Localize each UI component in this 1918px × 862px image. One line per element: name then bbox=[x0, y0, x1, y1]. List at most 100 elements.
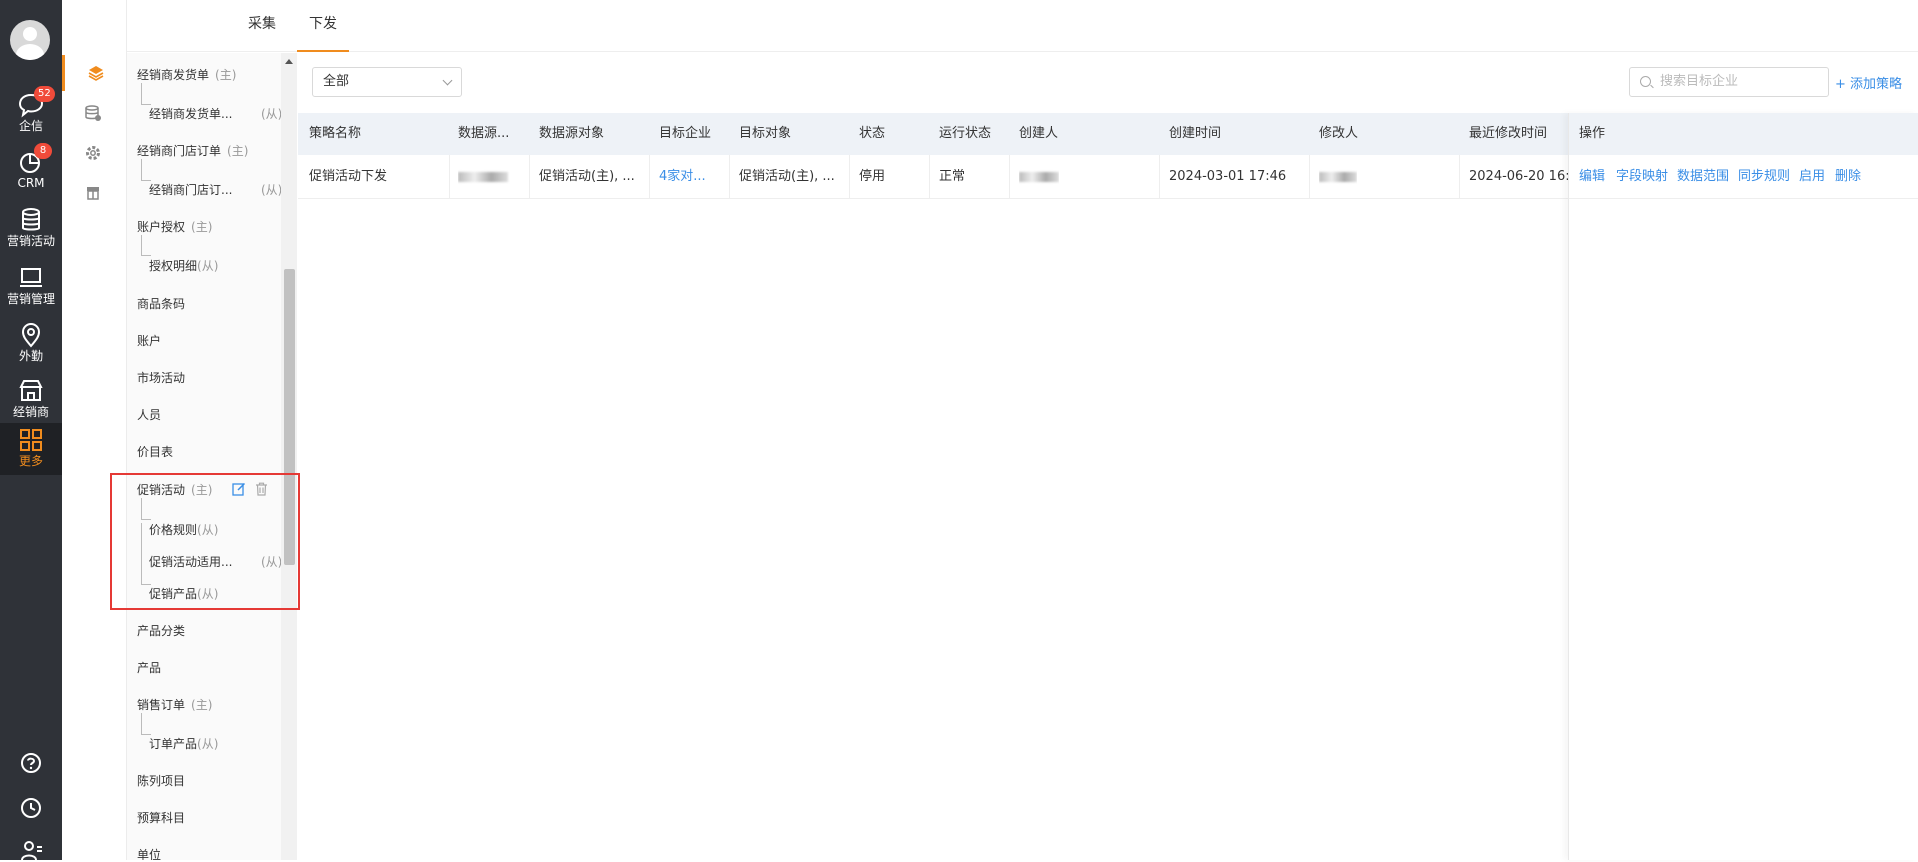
archive-icon bbox=[87, 187, 99, 200]
nav-field-work[interactable]: 外勤 bbox=[0, 318, 62, 370]
layers-icon bbox=[88, 66, 104, 81]
database-sync-icon bbox=[85, 105, 101, 121]
tree-node[interactable]: 销售订单 (主) bbox=[137, 696, 212, 713]
nav-more-label: 更多 bbox=[18, 454, 43, 468]
tree-scrollbar[interactable] bbox=[281, 53, 297, 860]
cell-target-object: 促销活动(主), ... bbox=[739, 169, 835, 184]
add-strategy-button[interactable]: + 添加策略 bbox=[1835, 73, 1902, 92]
crm-badge: 8 bbox=[34, 143, 52, 159]
nav-crm[interactable]: 8 CRM bbox=[0, 143, 62, 197]
tab-distribute[interactable]: 下发 bbox=[297, 0, 349, 52]
sync-rules-action[interactable]: 同步规则 bbox=[1738, 155, 1790, 199]
redacted-text bbox=[1019, 171, 1059, 182]
tree-node[interactable]: 账户 bbox=[137, 332, 161, 349]
cell-modified-at: 2024-06-20 16:34 bbox=[1469, 169, 1569, 184]
edit-icon[interactable] bbox=[232, 482, 246, 496]
col-strategy-name: 策略名称 bbox=[309, 126, 362, 141]
filter-select-value: 全部 bbox=[323, 74, 350, 89]
layers-tab[interactable] bbox=[62, 55, 127, 91]
highlight-box bbox=[110, 473, 300, 610]
location-icon bbox=[17, 322, 45, 348]
object-tree: 经销商发货单 (主) 经销商发货单... (从) 经销商门店订单 (主) 经销商门店订… bbox=[127, 53, 281, 860]
nav-marketing-activity-label: 营销活动 bbox=[6, 234, 55, 248]
cell-modifier bbox=[1319, 155, 1357, 199]
nav-more[interactable]: 更多 bbox=[0, 423, 62, 475]
nav-field-work-label: 外勤 bbox=[18, 349, 43, 363]
archive-tab[interactable] bbox=[62, 175, 127, 211]
tree-node[interactable]: 商品条码 bbox=[137, 295, 185, 312]
nav-marketing-activity[interactable]: 营销活动 bbox=[0, 203, 62, 255]
crm-icon: 8 bbox=[17, 143, 52, 175]
gear-icon bbox=[86, 146, 100, 160]
tree-node[interactable]: 产品分类 bbox=[137, 622, 185, 639]
tree-child-node[interactable]: 经销商发货单... (从) bbox=[149, 105, 281, 122]
laptop-icon bbox=[17, 265, 45, 291]
tree-child-node[interactable]: 经销商门店订... (从) bbox=[149, 181, 281, 198]
nav-qixin-label: 企信 bbox=[18, 119, 43, 133]
data-range-action[interactable]: 数据范围 bbox=[1677, 155, 1729, 199]
tree-node[interactable]: 市场活动 bbox=[137, 369, 185, 386]
nav-dealer-label: 经销商 bbox=[12, 405, 49, 419]
enable-action[interactable]: 启用 bbox=[1799, 155, 1825, 199]
chat-icon: 52 bbox=[17, 86, 55, 118]
nav-qixin[interactable]: 52 企信 bbox=[0, 86, 62, 140]
cell-source-object: 促销活动(主), ... bbox=[539, 169, 635, 184]
tab-collect[interactable]: 采集 bbox=[248, 0, 276, 52]
nav-marketing-management[interactable]: 营销管理 bbox=[0, 261, 62, 313]
user-avatar[interactable] bbox=[10, 20, 50, 60]
filter-select[interactable]: 全部 bbox=[312, 67, 462, 97]
edit-action[interactable]: 编辑 bbox=[1579, 155, 1605, 199]
history-icon[interactable] bbox=[19, 796, 43, 820]
field-mapping-action[interactable]: 字段映射 bbox=[1616, 155, 1668, 199]
tree-node[interactable]: 预算科目 bbox=[137, 809, 185, 826]
database-icon bbox=[17, 207, 45, 233]
search-icon bbox=[1640, 76, 1651, 87]
redacted-text bbox=[1319, 171, 1357, 182]
main-content: 全部 搜索目标企业 + 添加策略 策略名称 数据源... 数据源对象 目标企业 … bbox=[298, 53, 1918, 860]
delete-action[interactable]: 删除 bbox=[1835, 155, 1861, 199]
nav-crm-label: CRM bbox=[17, 176, 45, 190]
tree-child-node[interactable]: 授权明细(从) bbox=[149, 257, 218, 274]
data-sync-tab[interactable] bbox=[62, 95, 127, 131]
tree-node[interactable]: 账户授权 (主) bbox=[137, 218, 212, 235]
col-modifier: 修改人 bbox=[1319, 126, 1359, 141]
tree-node[interactable]: 人员 bbox=[137, 406, 161, 423]
left-navigation: 52 企信 8 CRM 营销活动 营销管理 外勤 经销商 更多 bbox=[0, 0, 62, 862]
redacted-text bbox=[458, 171, 508, 182]
col-created-at: 创建时间 bbox=[1169, 126, 1222, 141]
chevron-down-icon bbox=[442, 75, 453, 86]
nav-marketing-management-label: 营销管理 bbox=[6, 292, 55, 306]
cell-creator bbox=[1019, 155, 1059, 199]
cell-target-company-link[interactable]: 4家对... bbox=[659, 155, 729, 199]
tree-node[interactable]: 产品 bbox=[137, 659, 161, 676]
secondary-icon-bar bbox=[62, 0, 127, 860]
col-source-object: 数据源对象 bbox=[539, 126, 605, 141]
trash-icon[interactable] bbox=[255, 482, 268, 496]
help-icon[interactable] bbox=[19, 751, 43, 775]
actions-column-panel bbox=[1568, 113, 1918, 860]
col-status: 状态 bbox=[859, 126, 886, 141]
settings-tab[interactable] bbox=[62, 135, 127, 171]
search-input[interactable]: 搜索目标企业 bbox=[1629, 67, 1829, 97]
top-tabs: 采集 下发 bbox=[127, 0, 1918, 52]
grid-icon bbox=[17, 427, 45, 453]
tree-node[interactable]: 经销商发货单 (主) bbox=[137, 66, 236, 83]
tree-child-node[interactable]: 订单产品(从) bbox=[149, 735, 218, 752]
cell-strategy-name: 促销活动下发 bbox=[309, 169, 388, 184]
col-data-source: 数据源... bbox=[458, 126, 510, 141]
col-run-status: 运行状态 bbox=[939, 126, 992, 141]
tree-node[interactable]: 价目表 bbox=[137, 443, 173, 460]
nav-dealer[interactable]: 经销商 bbox=[0, 374, 62, 426]
user-settings-icon[interactable] bbox=[19, 838, 43, 862]
store-icon bbox=[17, 378, 45, 404]
tree-node[interactable]: 陈列项目 bbox=[137, 772, 185, 789]
col-target-company: 目标企业 bbox=[659, 126, 712, 141]
cell-created-at: 2024-03-01 17:46 bbox=[1169, 169, 1287, 184]
scroll-up-arrow-icon[interactable] bbox=[285, 59, 293, 64]
cell-status: 停用 bbox=[859, 169, 886, 184]
tree-node[interactable]: 经销商门店订单 (主) bbox=[137, 142, 248, 159]
col-target-object: 目标对象 bbox=[739, 126, 792, 141]
col-creator: 创建人 bbox=[1019, 126, 1059, 141]
tree-node[interactable]: 单位 bbox=[137, 846, 161, 860]
search-placeholder: 搜索目标企业 bbox=[1660, 74, 1739, 89]
